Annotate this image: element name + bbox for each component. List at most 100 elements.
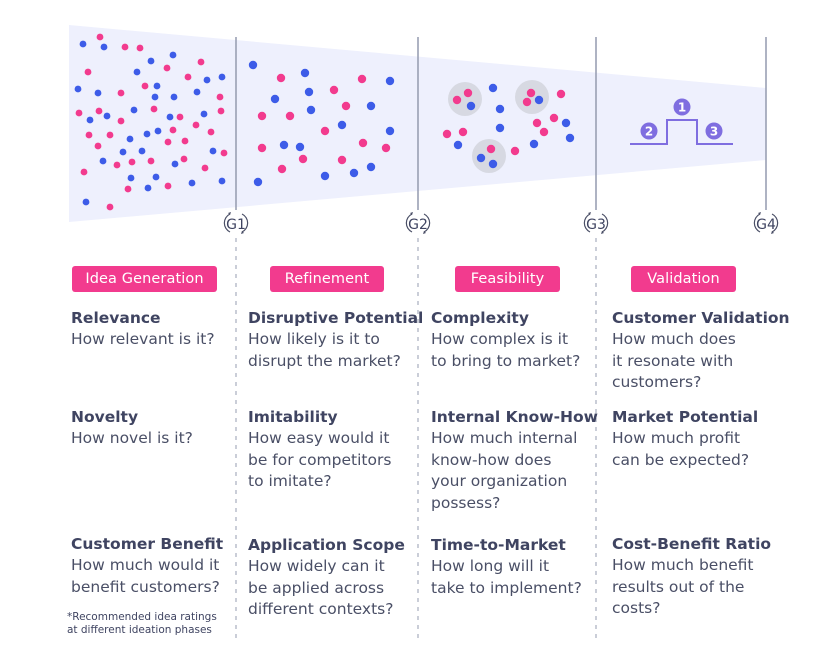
idea-dot-pink xyxy=(164,182,172,190)
idea-dot-blue xyxy=(466,101,476,111)
criterion-relevance: Relevance How relevant is it? xyxy=(71,308,215,351)
idea-dot-pink xyxy=(164,138,172,146)
step-badge-3: 3 xyxy=(705,122,723,140)
idea-dot-blue xyxy=(218,73,226,81)
idea-dot-pink xyxy=(217,107,225,115)
phase-badge-validation: Validation xyxy=(631,266,736,292)
idea-dot-blue xyxy=(270,94,280,104)
idea-dot-pink xyxy=(442,129,452,139)
idea-dot-pink xyxy=(128,158,136,166)
idea-dot-blue xyxy=(295,142,305,152)
idea-dot-pink xyxy=(181,137,189,145)
idea-dot-blue xyxy=(99,157,107,165)
idea-dot-pink xyxy=(257,111,267,121)
idea-dot-pink xyxy=(458,127,468,137)
criterion-question: How relevant is it? xyxy=(71,330,215,348)
criterion-question: How much benefit results out of the cost… xyxy=(612,556,754,617)
idea-dot-blue xyxy=(193,88,201,96)
criterion-customer-benefit: Customer Benefit How much would it benef… xyxy=(71,534,223,598)
idea-dot-pink xyxy=(85,131,93,139)
idea-dot-blue xyxy=(74,85,82,93)
idea-dot-pink xyxy=(113,161,121,169)
gate-marker-1: G1 xyxy=(223,212,249,234)
idea-dot-pink xyxy=(452,95,462,105)
idea-dot-blue xyxy=(79,40,87,48)
idea-dot-pink xyxy=(117,89,125,97)
idea-dot-pink xyxy=(341,101,351,111)
idea-dot-blue xyxy=(279,140,289,150)
idea-cluster xyxy=(472,139,506,173)
idea-dot-pink xyxy=(95,107,103,115)
idea-dot-pink xyxy=(121,43,129,51)
idea-dot-pink xyxy=(358,138,368,148)
idea-dot-blue xyxy=(248,60,258,70)
svg-text:3: 3 xyxy=(710,125,718,139)
criterion-question: How much profit can be expected? xyxy=(612,429,750,469)
gate-label: G1 xyxy=(226,217,246,233)
criterion-cost-benefit-ratio: Cost-Benefit Ratio How much benefit resu… xyxy=(612,534,771,620)
idea-dot-pink xyxy=(84,68,92,76)
idea-dot-pink xyxy=(94,142,102,150)
idea-dot-pink xyxy=(556,89,566,99)
idea-dot-pink xyxy=(220,149,228,157)
criterion-disruptive-potential: Disruptive Potential How likely is it to… xyxy=(248,308,423,372)
idea-dot-pink xyxy=(124,185,132,193)
idea-dot-blue xyxy=(565,133,575,143)
criterion-title: Market Potential xyxy=(612,408,759,426)
idea-dot-blue xyxy=(153,82,161,90)
criterion-title: Customer Benefit xyxy=(71,535,224,553)
criterion-title: Novelty xyxy=(71,408,139,426)
idea-dot-blue xyxy=(151,93,159,101)
idea-dot-blue xyxy=(218,177,226,185)
idea-dot-blue xyxy=(349,168,359,178)
footnote: *Recommended idea ratings at different i… xyxy=(67,611,217,636)
criterion-title: Time-to-Market xyxy=(431,536,566,554)
idea-dot-pink xyxy=(141,82,149,90)
idea-dot-pink xyxy=(192,121,200,129)
criterion-application-scope: Application Scope How widely can it be a… xyxy=(248,535,405,621)
idea-dot-pink xyxy=(257,143,267,153)
phase-badge-refinement: Refinement xyxy=(270,266,384,292)
idea-dot-pink xyxy=(216,93,224,101)
idea-dot-blue xyxy=(366,162,376,172)
idea-dot-pink xyxy=(207,128,215,136)
idea-dot-blue xyxy=(488,83,498,93)
idea-dot-pink xyxy=(522,97,532,107)
gate-marker-3: G3 xyxy=(583,212,609,234)
criterion-time-to-market: Time-to-Market How long will it take to … xyxy=(431,535,582,599)
idea-dot-pink xyxy=(106,203,114,211)
gate-label: G2 xyxy=(408,217,428,233)
idea-dot-pink xyxy=(381,143,391,153)
idea-dot-blue xyxy=(133,68,141,76)
idea-dot-blue xyxy=(304,87,314,97)
idea-dot-pink xyxy=(285,111,295,121)
gate-marker-4: G4 xyxy=(753,212,779,234)
idea-dot-pink xyxy=(163,64,171,72)
idea-dot-blue xyxy=(306,105,316,115)
step-badge-2: 2 xyxy=(640,122,658,140)
idea-dot-blue xyxy=(561,118,571,128)
idea-dot-pink xyxy=(117,117,125,125)
idea-dot-pink xyxy=(136,44,144,52)
criterion-question: How widely can it be applied across diff… xyxy=(248,557,394,618)
idea-dot-blue xyxy=(188,179,196,187)
criterion-title: Imitability xyxy=(248,408,338,426)
idea-dot-blue xyxy=(82,198,90,206)
criterion-customer-validation: Customer Validation How much does it res… xyxy=(612,308,790,394)
idea-dot-pink xyxy=(147,157,155,165)
idea-dot-blue xyxy=(488,159,498,169)
idea-dot-pink xyxy=(463,88,473,98)
idea-dot-pink xyxy=(549,113,559,123)
idea-dot-blue xyxy=(154,127,162,135)
idea-dot-pink xyxy=(184,73,192,81)
criterion-market-potential: Market Potential How much profit can be … xyxy=(612,407,758,471)
idea-dot-blue xyxy=(126,135,134,143)
criterion-complexity: Complexity How complex is it to bring to… xyxy=(431,308,580,372)
idea-dot-blue xyxy=(534,95,544,105)
idea-dot-blue xyxy=(337,120,347,130)
idea-dot-blue xyxy=(320,171,330,181)
idea-dot-blue xyxy=(144,184,152,192)
criterion-question: How much does it resonate with customers… xyxy=(612,330,736,391)
criterion-question: How likely is it to disrupt the market? xyxy=(248,330,401,370)
criterion-title: Cost-Benefit Ratio xyxy=(612,535,772,553)
